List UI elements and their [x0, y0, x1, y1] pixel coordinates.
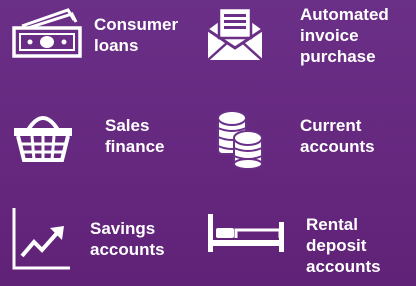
- service-label: Current accounts: [300, 116, 375, 156]
- trending-chart-icon: [10, 204, 72, 272]
- envelope-invoice-icon: [204, 4, 266, 62]
- service-label: Consumer loans: [94, 15, 179, 55]
- service-label: Automated invoice purchase: [300, 5, 389, 66]
- service-label: Sales finance: [105, 116, 165, 156]
- shopping-basket-icon: [12, 106, 74, 162]
- coins-icon: [214, 108, 266, 170]
- bed-icon: [206, 210, 286, 254]
- service-label: Rental deposit accounts: [306, 215, 381, 276]
- banknotes-icon: [10, 6, 84, 58]
- service-label: Savings accounts: [90, 219, 165, 259]
